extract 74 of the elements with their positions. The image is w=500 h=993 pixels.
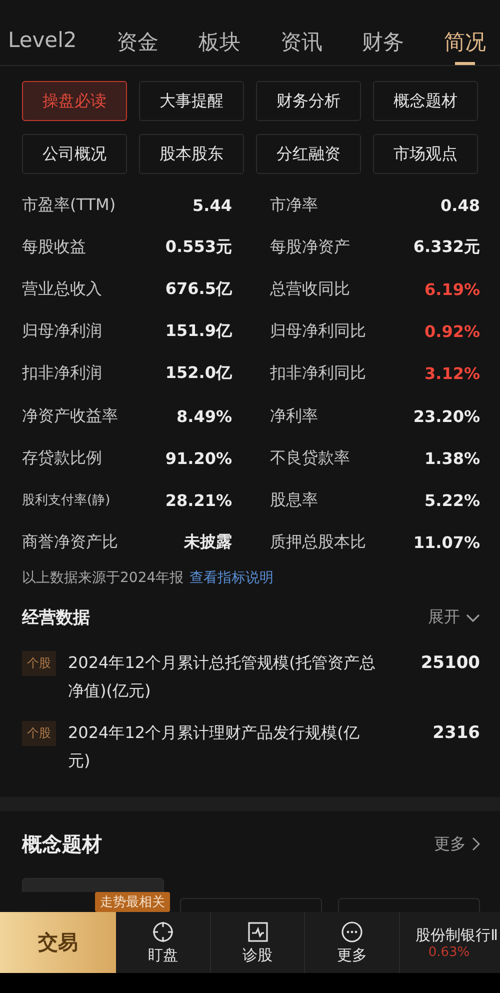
source-note: 以上数据来源于2024年报 [22,568,184,587]
tab[interactable]: 财务 [362,28,404,65]
metric-value: 未披露 [184,532,232,554]
metric-value: 6.332元 [413,236,480,258]
pulse-chart-icon [246,920,268,942]
concept-card[interactable] [22,878,164,892]
metric-label: 股利支付率(静) [22,492,110,510]
metric-label: 商誉净资产比 [22,532,118,554]
metric-label: 每股净资产 [270,236,350,258]
crosshair-icon [152,920,174,942]
concept-card[interactable] [180,898,322,912]
tab[interactable]: Level2 [8,28,77,65]
metric-value: 3.12% [424,364,480,384]
metric-label: 扣非净利同比 [270,363,366,384]
tab[interactable]: 简况 [444,28,486,65]
metric-value: 8.49% [176,406,232,426]
operation-value: 25100 [420,652,480,675]
sector-change: 0.63% [428,944,470,960]
shortcut-button[interactable]: 股本股东 [139,134,244,174]
chevron-icon [466,614,480,622]
shortcut-button[interactable]: 操盘必读 [22,81,127,121]
metric-value: 5.44 [192,196,232,215]
metric-label: 营业总收入 [22,278,102,300]
metric-value: 5.22% [424,490,480,510]
shortcut-button[interactable]: 市场观点 [373,134,478,174]
metric-value: 0.48 [440,196,480,215]
metric-value: 11.07% [413,533,480,552]
shortcut-button[interactable]: 财务分析 [256,81,361,121]
shortcut-button[interactable]: 公司概况 [22,134,127,174]
metric-value: 152.0亿 [165,363,232,384]
metric-value: 1.38% [424,448,480,468]
shortcut-button[interactable]: 分红融资 [256,134,361,174]
metric-value: 28.21% [165,490,232,510]
stock-tag: 个股 [22,720,56,746]
shortcut-button[interactable]: 概念题材 [373,81,478,121]
metric-value: 0.92% [424,322,480,342]
metric-label: 净利率 [270,406,318,427]
metric-label: 质押总股本比 [270,532,366,554]
metric-label: 存贷款比例 [22,448,102,469]
section-title: 概念题材 [22,830,102,858]
tab[interactable]: 资金 [116,28,159,65]
tab[interactable]: 板块 [198,28,240,65]
metric-label: 归母净利润 [22,321,102,342]
indicator-help-link[interactable]: 查看指标说明 [190,568,274,587]
metric-value: 6.19% [424,280,480,299]
expand-toggle[interactable]: 展开 [428,607,480,628]
more-icon [341,920,364,942]
metric-label: 每股收益 [22,236,86,258]
metric-value: 91.20% [165,448,232,468]
operation-label: 2024年12个月累计总托管规模(托管资产总净值)(亿元) [68,652,376,702]
chevron-icon [472,837,480,852]
operation-label: 2024年12个月累计理财产品发行规模(亿元) [68,722,360,772]
metric-value: 23.20% [413,406,480,426]
concept-card[interactable] [338,898,480,912]
trade-button[interactable]: 交易 [0,912,116,973]
tab[interactable]: 资讯 [280,28,322,65]
metric-label: 总营收同比 [270,278,350,300]
metric-label: 归母净利同比 [270,321,366,342]
operation-value: 2316 [432,722,480,745]
metric-label: 市盈率(TTM) [22,194,116,216]
metric-label: 不良贷款率 [270,448,350,469]
metric-value: 676.5亿 [165,278,232,300]
metric-value: 151.9亿 [165,321,232,342]
related-badge: 走势最相关 [95,892,170,912]
shortcut-button[interactable]: 大事提醒 [139,81,244,121]
metric-label: 股息率 [270,490,318,511]
sector-name: 股份制银行Ⅱ [416,926,498,944]
metric-label: 扣非净利润 [22,363,102,384]
metric-value: 0.553元 [165,236,232,258]
metric-label: 市净率 [270,194,318,216]
stock-tag: 个股 [22,650,56,676]
section-title: 经营数据 [22,607,90,630]
metric-label: 净资产收益率 [22,406,118,427]
more-link[interactable]: 更多 [434,834,480,855]
